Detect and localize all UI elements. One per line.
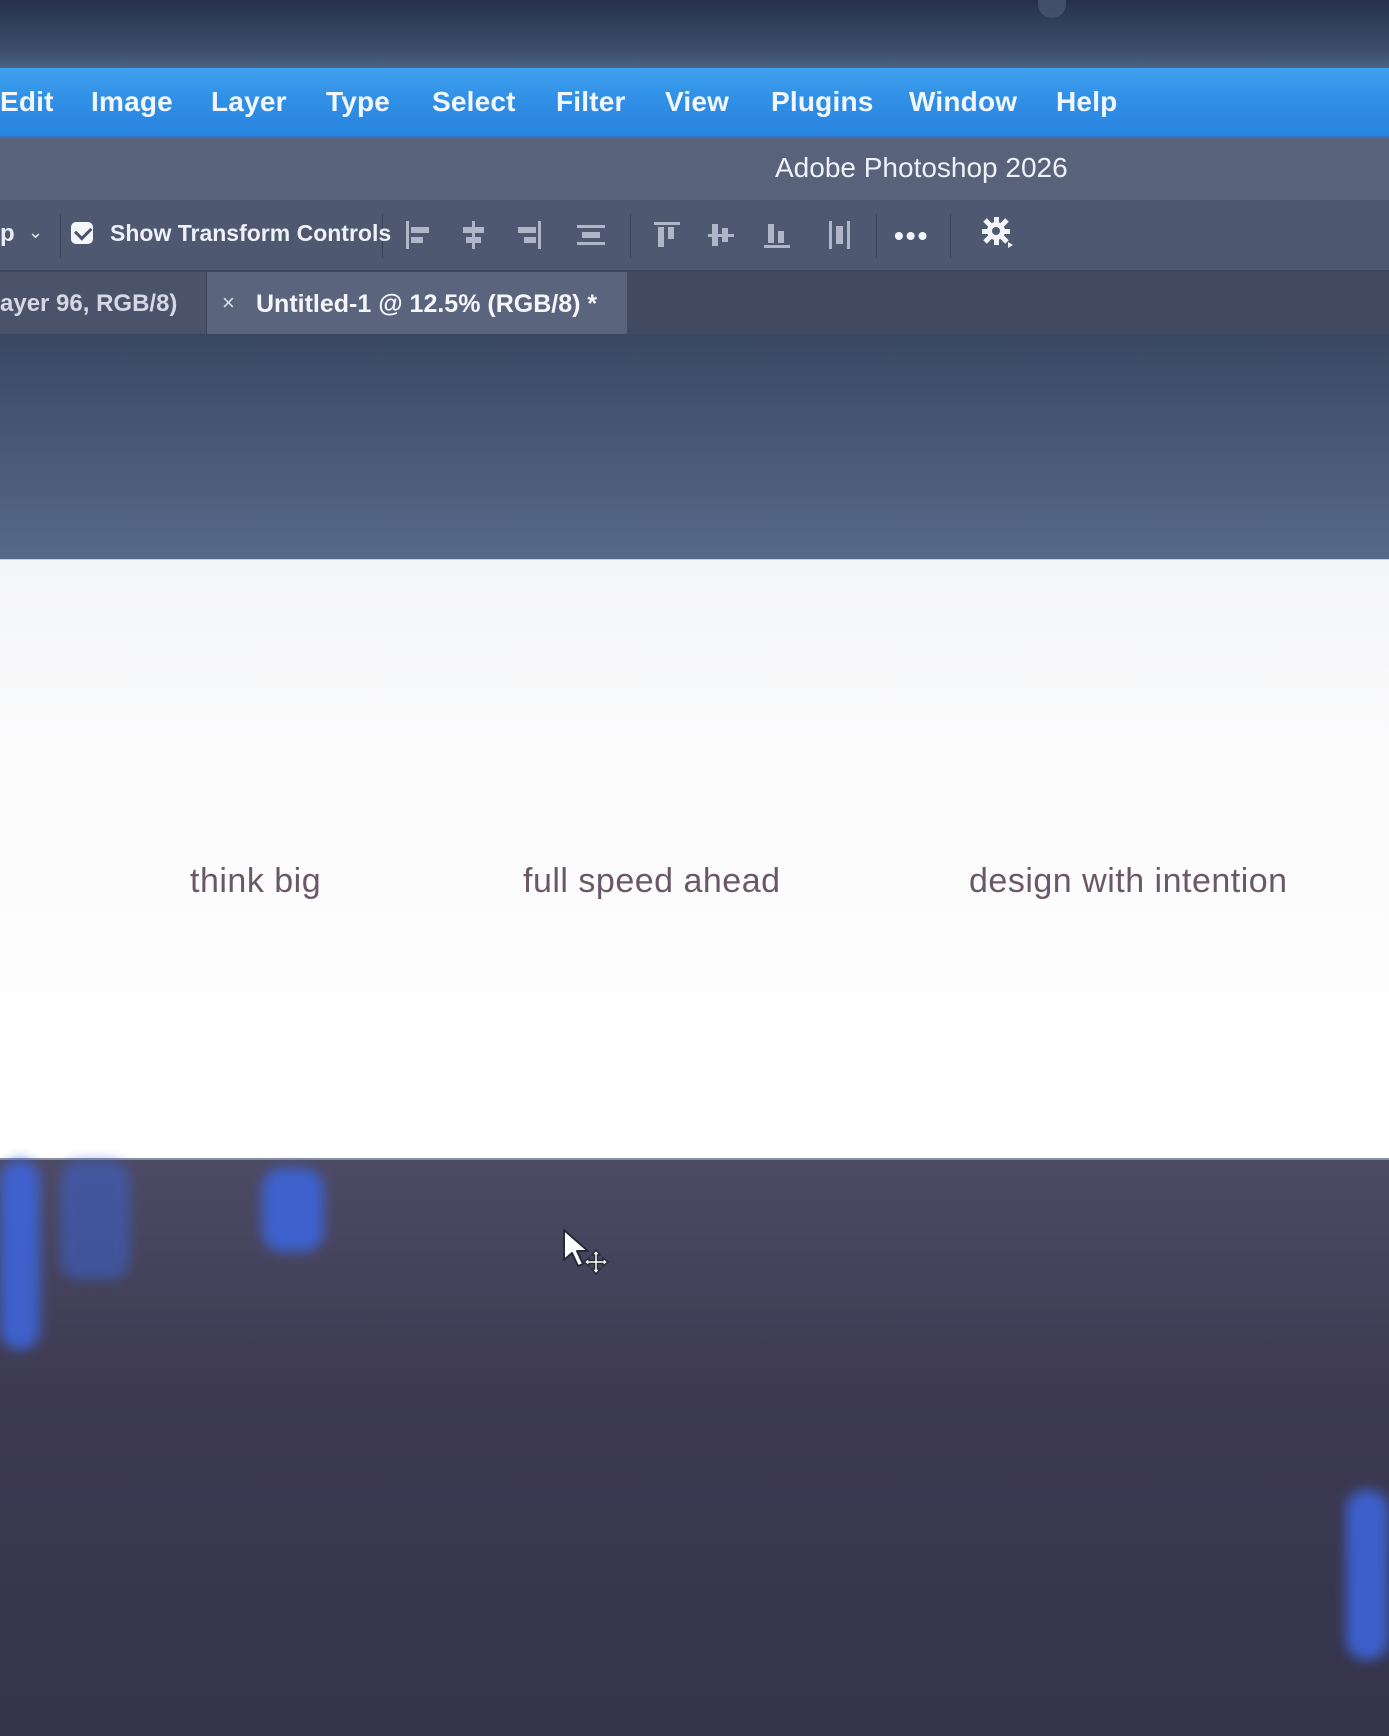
menu-plugins[interactable]: Plugins bbox=[771, 86, 874, 118]
distribute-vertical-icon[interactable] bbox=[575, 218, 607, 252]
canvas-text-layer[interactable]: full speed ahead bbox=[523, 862, 781, 901]
tab-layer-96-label: ayer 96, RGB/8) bbox=[0, 290, 178, 317]
align-horizontal-centers-icon[interactable] bbox=[457, 218, 489, 252]
menu-view[interactable]: View bbox=[665, 86, 729, 118]
screen-reflection bbox=[0, 1160, 40, 1350]
tab-layer-96[interactable]: ayer 96, RGB/8) bbox=[0, 272, 207, 334]
app-title: Adobe Photoshop 2026 bbox=[775, 152, 1068, 183]
menu-image[interactable]: Image bbox=[91, 86, 173, 118]
align-vertical-centers-icon[interactable] bbox=[705, 218, 737, 252]
align-top-edges-icon[interactable] bbox=[651, 218, 683, 252]
divider bbox=[950, 214, 951, 258]
menu-layer[interactable]: Layer bbox=[211, 86, 287, 118]
tab-untitled-1-label: Untitled-1 @ 12.5% (RGB/8) * bbox=[256, 290, 598, 318]
align-bottom-edges-icon[interactable] bbox=[761, 218, 793, 252]
canvas-text-layer[interactable]: design with intention bbox=[969, 862, 1288, 901]
align-right-edges-icon[interactable] bbox=[512, 218, 544, 252]
menu-window[interactable]: Window bbox=[909, 86, 1017, 118]
divider bbox=[60, 214, 61, 258]
move-tool-cursor-icon bbox=[562, 1228, 614, 1276]
workspace-pasteboard bbox=[0, 1160, 1389, 1736]
chevron-down-icon[interactable]: ⌄ bbox=[28, 222, 43, 243]
tool-preset-dropdown[interactable]: p bbox=[0, 220, 15, 248]
camera-notch bbox=[1038, 0, 1066, 18]
close-icon[interactable]: × bbox=[222, 290, 235, 316]
gear-icon[interactable] bbox=[980, 214, 1016, 250]
document-tab-bar: ayer 96, RGB/8) × Untitled-1 @ 12.5% (RG… bbox=[0, 272, 1389, 336]
show-transform-controls-checkbox[interactable] bbox=[71, 222, 93, 244]
screen-reflection bbox=[262, 1168, 324, 1252]
menu-help[interactable]: Help bbox=[1056, 86, 1117, 118]
screen-reflection bbox=[1346, 1490, 1389, 1660]
menu-type[interactable]: Type bbox=[326, 86, 390, 118]
photoshop-screen: Edit Image Layer Type Select Filter View… bbox=[0, 0, 1389, 1736]
menu-edit[interactable]: Edit bbox=[0, 86, 54, 118]
divider bbox=[630, 214, 631, 258]
screen-bezel bbox=[0, 0, 1389, 68]
workspace-pasteboard bbox=[0, 334, 1389, 560]
show-transform-controls-label: Show Transform Controls bbox=[110, 220, 392, 246]
divider bbox=[876, 214, 877, 258]
title-bar: Adobe Photoshop 2026 bbox=[0, 138, 1389, 201]
document-canvas[interactable] bbox=[0, 560, 1389, 1158]
align-left-edges-icon[interactable] bbox=[403, 218, 435, 252]
canvas-text-layer[interactable]: think big bbox=[190, 862, 321, 901]
menu-bar: Edit Image Layer Type Select Filter View… bbox=[0, 68, 1389, 138]
menu-filter[interactable]: Filter bbox=[556, 86, 626, 118]
menu-select[interactable]: Select bbox=[432, 86, 516, 118]
screen-reflection bbox=[60, 1160, 130, 1280]
distribute-horizontal-icon[interactable] bbox=[824, 218, 856, 252]
more-options-icon[interactable]: ••• bbox=[894, 220, 929, 252]
